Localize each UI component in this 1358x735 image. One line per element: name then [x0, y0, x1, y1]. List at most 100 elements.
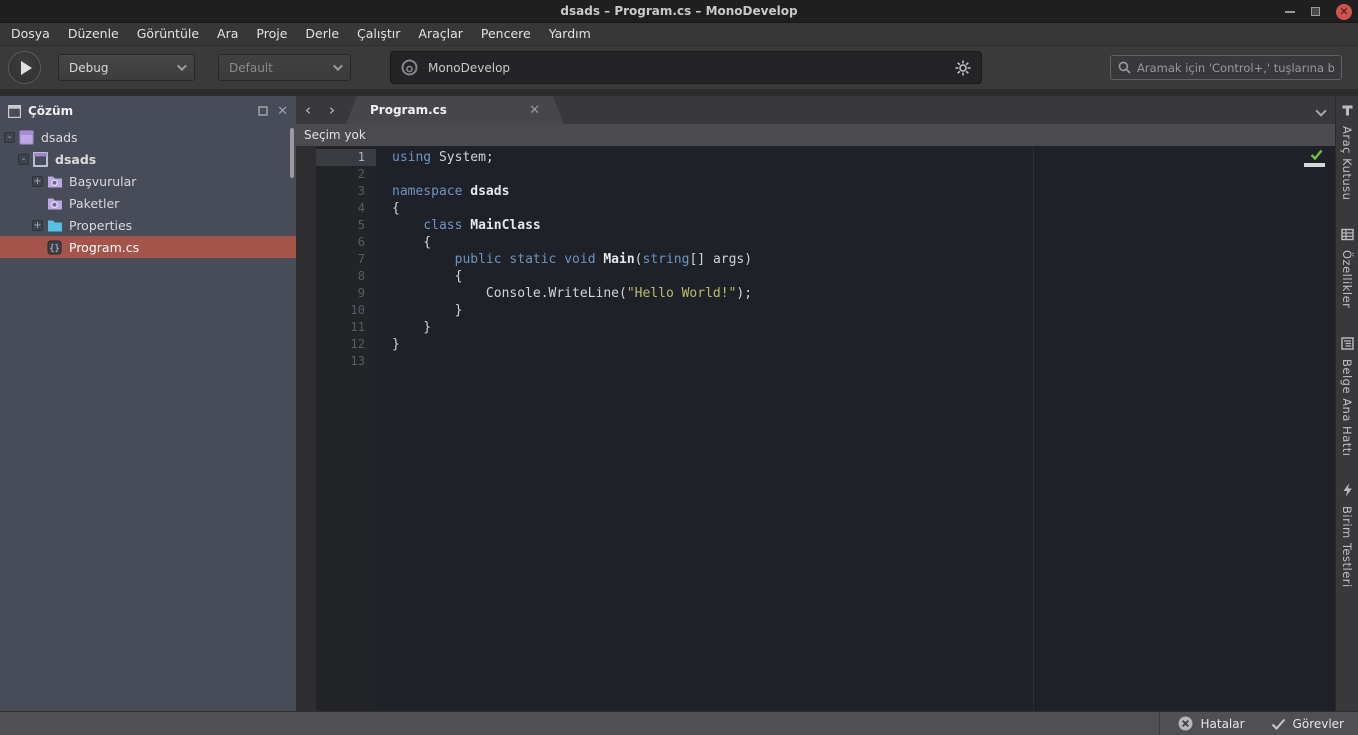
line-number[interactable]: 2	[316, 166, 376, 183]
solution-pad-title: Çözüm	[28, 104, 74, 118]
code-line-5[interactable]: class MainClass	[392, 217, 1335, 234]
maximize-icon[interactable]	[1311, 7, 1320, 16]
line-number[interactable]: 10	[316, 302, 376, 319]
close-pad-icon[interactable]: ✕	[277, 104, 288, 119]
expand-icon[interactable]: +	[32, 175, 43, 187]
tree-item-properties[interactable]: + Properties	[0, 214, 296, 236]
navigate-back-icon[interactable]: ‹	[296, 102, 320, 118]
tasks-check-icon	[1271, 718, 1285, 730]
code-line-12[interactable]: }	[392, 336, 1335, 353]
line-number[interactable]: 4	[316, 200, 376, 217]
configuration-dropdown[interactable]: Debug	[58, 54, 195, 81]
references-folder-icon	[47, 173, 64, 189]
collapse-icon[interactable]: -	[4, 131, 15, 143]
target-dropdown[interactable]: Default	[218, 54, 351, 81]
menu-görüntüle[interactable]: Görüntüle	[128, 23, 208, 45]
code-line-7[interactable]: public static void Main(string[] args)	[392, 251, 1335, 268]
line-number[interactable]: 11	[316, 319, 376, 336]
line-number[interactable]: 5	[316, 217, 376, 234]
monodevelop-logo-icon	[401, 59, 418, 76]
chevron-down-icon	[176, 61, 187, 72]
line-number-gutter: 1 2 3 4 5 6 7 8 9 10 11 12 13	[316, 146, 376, 711]
tab-program-cs[interactable]: Program.cs ✕	[346, 96, 564, 124]
line-number[interactable]: 3	[316, 183, 376, 200]
line-number[interactable]: 7	[316, 251, 376, 268]
errors-pad-button[interactable]: Hatalar	[1178, 716, 1245, 731]
code-line-9[interactable]: Console.WriteLine("Hello World!");	[392, 285, 1335, 302]
menu-yardım[interactable]: Yardım	[540, 23, 600, 45]
scroll-caret-indicator[interactable]	[1304, 163, 1325, 167]
dock-tab-birim-testleri[interactable]: Birim Testleri	[1340, 482, 1354, 588]
menu-dosya[interactable]: Dosya	[2, 23, 59, 45]
dock-tab--zellikler[interactable]: Özellikler	[1340, 226, 1354, 309]
line-number[interactable]: 13	[316, 353, 376, 370]
tree-item-label: Paketler	[69, 195, 120, 211]
dock-tab-belge-ana-hatt-[interactable]: Belge Ana Hattı	[1340, 335, 1354, 456]
solution-pad: Çözüm ✕ - dsads - dsads + Başvurular Paketle…	[0, 96, 296, 711]
line-number[interactable]: 6	[316, 234, 376, 251]
tasks-pad-button[interactable]: Görevler	[1271, 717, 1344, 731]
tab-close-icon[interactable]: ✕	[529, 103, 540, 118]
tab-list-chevron-icon[interactable]	[1315, 105, 1327, 117]
search-input[interactable]	[1137, 60, 1334, 75]
properties-icon	[1340, 226, 1354, 245]
token-kw: static	[509, 252, 557, 267]
code-line-11[interactable]: }	[392, 319, 1335, 336]
code-line-2[interactable]	[392, 166, 1335, 183]
code-line-13[interactable]	[392, 353, 1335, 370]
expand-icon[interactable]: +	[32, 219, 43, 231]
status-bar: Hatalar Görevler	[0, 711, 1358, 735]
line-number[interactable]: 12	[316, 336, 376, 353]
menu-proje[interactable]: Proje	[247, 23, 296, 45]
code-line-10[interactable]: }	[392, 302, 1335, 319]
token-pl: [] args)	[689, 252, 753, 267]
run-button[interactable]	[8, 51, 41, 84]
code-line-8[interactable]: {	[392, 268, 1335, 285]
code-line-4[interactable]: {	[392, 200, 1335, 217]
code-line-1[interactable]: using System;	[392, 149, 1335, 166]
gear-icon[interactable]	[955, 60, 971, 76]
status-text: MonoDevelop	[428, 60, 511, 75]
code-editor[interactable]: 1 2 3 4 5 6 7 8 9 10 11 12 13 using System; namespace…	[296, 146, 1335, 711]
search-icon	[1118, 61, 1131, 74]
tree-item-label: Properties	[69, 217, 133, 233]
tree-item-label: Program.cs	[69, 239, 140, 255]
menu-araçlar[interactable]: Araçlar	[409, 23, 472, 45]
packages-folder-icon	[47, 195, 64, 211]
line-number[interactable]: 1	[316, 149, 376, 166]
tree-item-ba-vurular[interactable]: + Başvurular	[0, 170, 296, 192]
token-kw: string	[642, 252, 690, 267]
sidebar-scrollbar[interactable]	[290, 128, 294, 178]
code-line-3[interactable]: namespace dsads	[392, 183, 1335, 200]
token-kw: namespace	[392, 184, 463, 199]
menu-düzenle[interactable]: Düzenle	[59, 23, 128, 45]
editor-column: ‹ › Program.cs ✕ Seçim yok 1 2 3 4 5 6 7 8 9 10 11…	[296, 96, 1335, 711]
tree-item-dsads[interactable]: - dsads	[0, 148, 296, 170]
token-pl: {	[392, 269, 463, 284]
dock-pad-icon[interactable]	[258, 106, 268, 116]
collapse-icon[interactable]: -	[18, 153, 29, 165]
minimize-icon[interactable]	[1285, 10, 1295, 13]
close-icon[interactable]: ✕	[1336, 3, 1352, 20]
code-line-6[interactable]: {	[392, 234, 1335, 251]
dock-tab-ara-kutusu[interactable]: Araç Kutusu	[1340, 102, 1354, 200]
target-value: Default	[229, 60, 273, 75]
tree-item-program-cs[interactable]: {} Program.cs	[0, 236, 296, 258]
unit-tests-icon	[1341, 482, 1354, 501]
token-pl: );	[736, 286, 753, 301]
tree-item-dsads[interactable]: - dsads	[0, 126, 296, 148]
menu-ara[interactable]: Ara	[208, 23, 247, 45]
menu-pencere[interactable]: Pencere	[472, 23, 540, 45]
token-pl: }	[392, 303, 463, 318]
menu-derle[interactable]: Derle	[296, 23, 348, 45]
line-number[interactable]: 9	[316, 285, 376, 302]
csharp-file-icon: {}	[47, 239, 64, 255]
tree-item-paketler[interactable]: Paketler	[0, 192, 296, 214]
navigate-forward-icon[interactable]: ›	[320, 102, 344, 118]
outline-icon	[1340, 335, 1354, 354]
code-pane[interactable]: using System; namespace dsads{ class Main…	[376, 146, 1335, 711]
line-number[interactable]: 8	[316, 268, 376, 285]
menu-çalıştır[interactable]: Çalıştır	[348, 23, 409, 45]
errors-label: Hatalar	[1200, 716, 1245, 731]
global-search[interactable]	[1110, 55, 1342, 80]
